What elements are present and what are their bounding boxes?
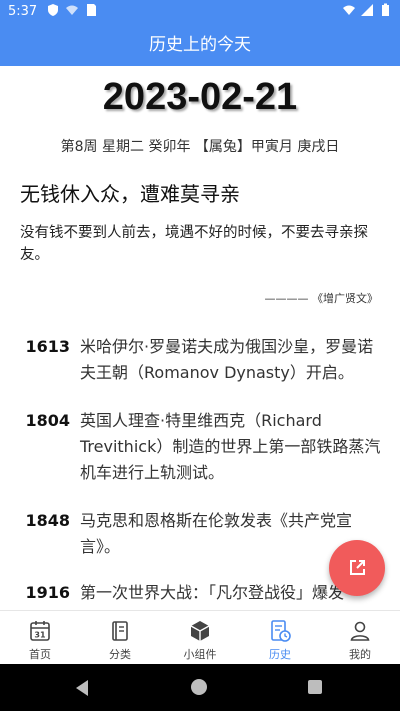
tab-label: 历史 xyxy=(269,648,291,661)
user-icon xyxy=(350,621,370,641)
wifi-icon xyxy=(66,5,78,15)
sd-card-icon xyxy=(87,4,96,16)
tab-category[interactable]: 分类 xyxy=(80,611,160,665)
tab-label: 首页 xyxy=(29,648,51,661)
wifi-signal-icon xyxy=(343,5,355,15)
battery-icon xyxy=(382,3,389,16)
event-year: 1848 xyxy=(25,511,70,530)
tab-label: 分类 xyxy=(109,648,131,661)
tab-label: 我的 xyxy=(349,648,371,661)
status-time: 5:37 xyxy=(8,4,38,19)
share-button[interactable] xyxy=(329,540,385,596)
app-bar-title: 历史上的今天 xyxy=(0,24,400,66)
tab-profile[interactable]: 我的 xyxy=(320,611,400,665)
event-year: 1613 xyxy=(25,337,70,356)
main-content[interactable]: 2023-02-21 第8周 星期二 癸卯年 【属兔】甲寅月 庚戌日 无钱休入众… xyxy=(0,66,400,610)
cell-signal-icon xyxy=(361,4,373,16)
svg-text:31: 31 xyxy=(34,631,46,640)
proverb-body: 没有钱不要到人前去，境遇不好的时候，不要去寻亲探友。 xyxy=(20,225,368,263)
back-icon[interactable] xyxy=(74,679,90,697)
tab-history[interactable]: 历史 xyxy=(240,611,320,665)
status-bar: 5:37 xyxy=(0,0,400,24)
shield-icon xyxy=(48,4,58,16)
book-icon xyxy=(112,621,128,641)
tab-home[interactable]: 31 首页 xyxy=(0,611,80,665)
box-icon xyxy=(190,621,210,641)
tab-widgets[interactable]: 小组件 xyxy=(160,611,240,665)
date-heading: 2023-02-21 xyxy=(102,76,298,118)
event-year: 1916 xyxy=(25,583,70,602)
event-text: 米哈伊尔·罗曼诺夫成为俄国沙皇，罗曼诺夫王朝（Romanov Dynasty）开… xyxy=(80,337,374,382)
system-nav-bar xyxy=(0,664,400,711)
bottom-tab-bar: 31 首页 分类 小组件 历史 我的 xyxy=(0,610,400,665)
event-year: 1804 xyxy=(25,411,70,430)
calendar-icon: 31 xyxy=(30,621,50,641)
event-text: 英国人理查·特里维西克（Richard Trevithick）制造的世界上第一部… xyxy=(80,411,381,482)
tab-label: 小组件 xyxy=(183,648,217,661)
home-button[interactable] xyxy=(191,679,207,695)
proverb-title: 无钱休入众，遭难莫寻亲 xyxy=(20,182,240,206)
history-icon xyxy=(271,620,291,642)
share-icon xyxy=(350,560,365,575)
recents-button[interactable] xyxy=(308,680,322,694)
lunar-info: 第8周 星期二 癸卯年 【属兔】甲寅月 庚戌日 xyxy=(60,139,340,155)
proverb-source: ———— 《增广贤文》 xyxy=(264,292,379,305)
